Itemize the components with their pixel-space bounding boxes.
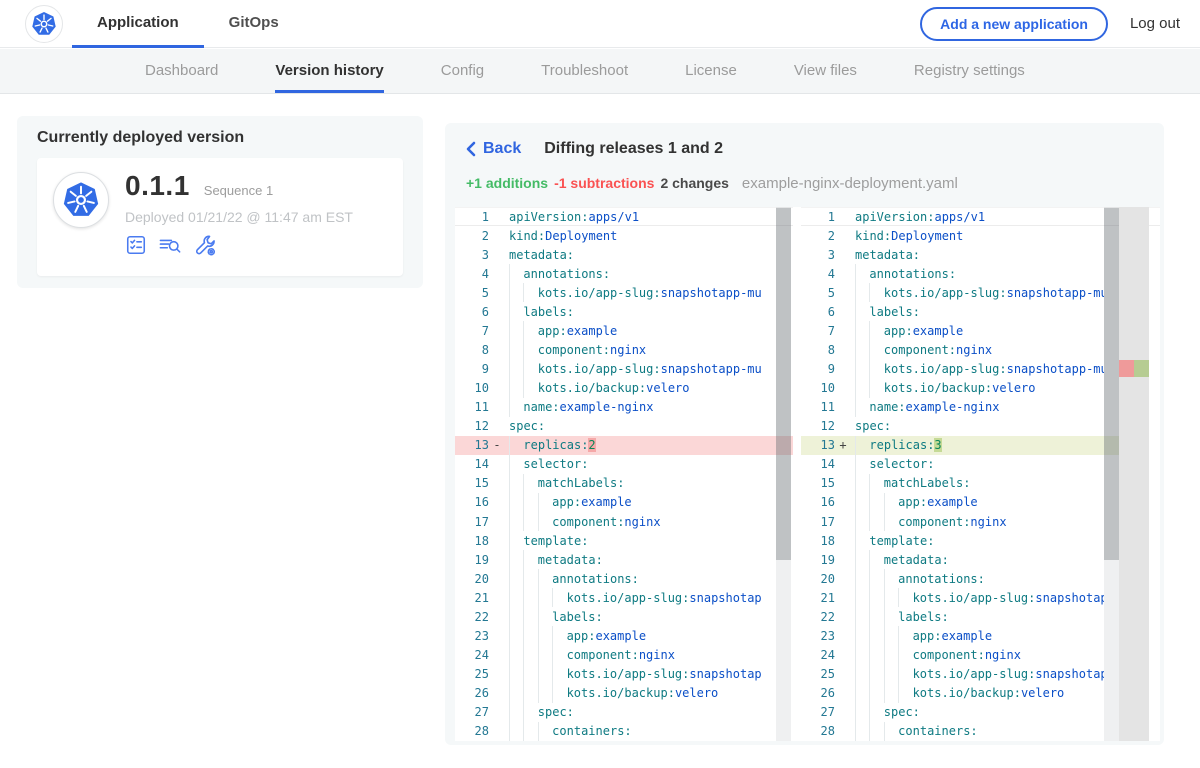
subnav-item-license[interactable]: License xyxy=(685,49,737,93)
code-line: 12spec: xyxy=(455,417,793,436)
code-line: 25kots.io/app-slug: snapshotap xyxy=(455,665,793,684)
code-line: 23app: example xyxy=(455,626,793,645)
deployed-sequence-label: Sequence 1 xyxy=(204,183,273,198)
code-line: 27spec: xyxy=(455,703,793,722)
right-pane-scrollbar xyxy=(1104,207,1119,741)
deployed-card-title: Currently deployed version xyxy=(37,129,403,147)
code-line: 4annotations: xyxy=(455,264,793,283)
code-line: 3metadata: xyxy=(455,245,793,264)
version-action-icons xyxy=(125,234,353,257)
code-line: 10kots.io/backup: velero xyxy=(455,379,793,398)
diff-stats: +1 additions -1 subtractions 2 changes e… xyxy=(466,175,958,192)
code-line: 20annotations: xyxy=(455,569,793,588)
code-line: 17component: nginx xyxy=(455,512,793,531)
changes-count: 2 changes xyxy=(660,175,728,191)
left-pane-scrollbar-thumb[interactable] xyxy=(776,208,791,560)
subtractions-count: -1 subtractions xyxy=(554,175,654,191)
diff-pane-right: 1apiVersion: apps/v12kind: Deployment3me… xyxy=(801,207,1160,741)
additions-count: +1 additions xyxy=(466,175,548,191)
tab-gitops[interactable]: GitOps xyxy=(204,0,304,48)
deployed-version-box: 0.1.1 Sequence 1 Deployed 01/21/22 @ 11:… xyxy=(37,158,403,276)
deploy-logs-icon[interactable] xyxy=(158,234,183,257)
primary-tabs: Application GitOps xyxy=(72,0,304,48)
ruler-added-marker xyxy=(1134,360,1149,377)
subnav-item-registry-settings[interactable]: Registry settings xyxy=(914,49,1025,93)
code-line: 9kots.io/app-slug: snapshotapp-mu xyxy=(455,360,793,379)
tab-application[interactable]: Application xyxy=(72,0,204,48)
code-line: 5kots.io/app-slug: snapshotapp-mu xyxy=(455,283,793,302)
diff-pane-left: 1apiVersion: apps/v12kind: Deployment3me… xyxy=(455,207,793,741)
top-nav: Application GitOps Add a new application… xyxy=(0,0,1200,48)
kubernetes-logo-icon xyxy=(25,5,63,43)
code-line: 11name: example-nginx xyxy=(455,398,793,417)
code-line: 13-replicas: 2 xyxy=(455,436,793,455)
code-line: 16app: example xyxy=(455,493,793,512)
currently-deployed-card: Currently deployed version xyxy=(17,116,423,288)
subnav-item-version-history[interactable]: Version history xyxy=(275,49,383,93)
right-pane-scrollbar-thumb[interactable] xyxy=(1104,208,1119,560)
diff-editor: 1apiVersion: apps/v12kind: Deployment3me… xyxy=(455,207,1160,741)
subnav-item-config[interactable]: Config xyxy=(441,49,484,93)
deployed-version-number: 0.1.1 xyxy=(125,170,190,202)
back-link[interactable]: Back xyxy=(466,140,521,158)
code-line: 18template: xyxy=(455,531,793,550)
left-pane-scrollbar xyxy=(776,207,791,741)
add-new-application-button[interactable]: Add a new application xyxy=(920,7,1108,41)
code-line: 1apiVersion: apps/v1 xyxy=(455,207,793,226)
preflight-checklist-icon[interactable] xyxy=(125,234,147,257)
code-line: 14selector: xyxy=(455,455,793,474)
subnav-item-dashboard[interactable]: Dashboard xyxy=(145,49,218,93)
code-line: 28containers: xyxy=(455,722,793,741)
diff-card: Back Diffing releases 1 and 2 +1 additio… xyxy=(445,123,1164,745)
diff-pane-left-lines: 1apiVersion: apps/v12kind: Deployment3me… xyxy=(455,207,793,741)
app-kubernetes-logo-icon xyxy=(53,172,109,228)
app-sub-nav: Dashboard Version history Config Troublesho… xyxy=(0,49,1200,94)
overview-ruler xyxy=(1119,207,1149,741)
code-line: 8component: nginx xyxy=(455,340,793,359)
code-line: 7app: example xyxy=(455,321,793,340)
diff-filename: example-nginx-deployment.yaml xyxy=(742,175,958,192)
logout-link[interactable]: Log out xyxy=(1130,15,1180,32)
code-line: 13+replicas: 3 xyxy=(801,436,1119,455)
pane-divider xyxy=(793,207,801,741)
diff-title: Diffing releases 1 and 2 xyxy=(544,140,723,158)
code-line: 6labels: xyxy=(455,302,793,321)
code-line: 26kots.io/backup: velero xyxy=(455,684,793,703)
code-line: 24component: nginx xyxy=(455,645,793,664)
config-wrench-icon[interactable] xyxy=(194,234,217,257)
subnav-item-view-files[interactable]: View files xyxy=(794,49,857,93)
ruler-removed-marker xyxy=(1119,360,1134,377)
subnav-item-troubleshoot[interactable]: Troubleshoot xyxy=(541,49,628,93)
chevron-left-icon xyxy=(466,141,476,157)
kots-admin-console: Application GitOps Add a new application… xyxy=(0,0,1200,768)
code-line: 15matchLabels: xyxy=(455,474,793,493)
code-line: 21kots.io/app-slug: snapshotap xyxy=(455,588,793,607)
code-line: 2kind: Deployment xyxy=(455,226,793,245)
deployed-timestamp: Deployed 01/21/22 @ 11:47 am EST xyxy=(125,209,353,225)
code-line: 22labels: xyxy=(455,607,793,626)
code-line: 19metadata: xyxy=(455,550,793,569)
